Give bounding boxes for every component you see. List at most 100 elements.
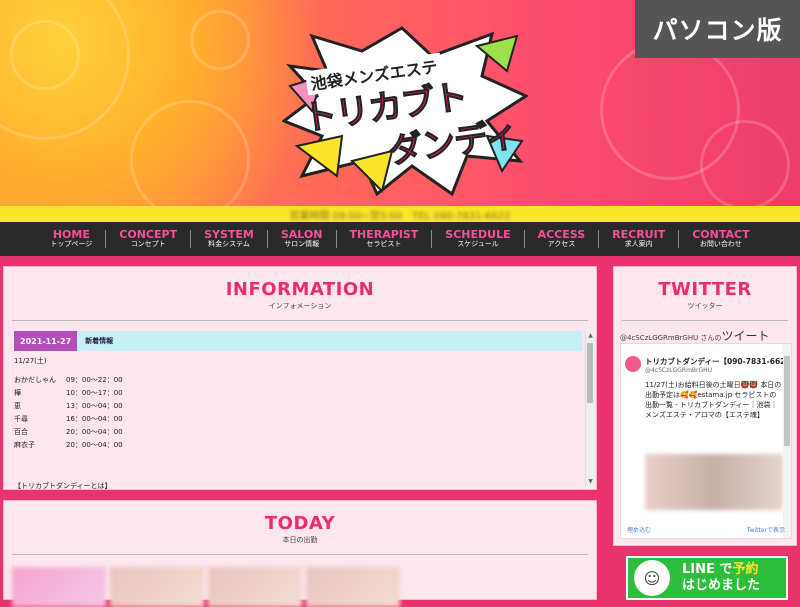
news-body: 11/27(土) おかだしゃん 09：00～22：00 樺 10：00～17：00 … (14, 355, 584, 493)
twitter-feed-label: ツイート (721, 329, 770, 343)
news-date: 2021-11-27 (14, 331, 78, 351)
nav-salon[interactable]: SALON サロン情報 (268, 228, 337, 248)
decor-ring (700, 120, 790, 206)
divider (622, 320, 788, 321)
twitter-feed-header: @4cSCzLGGRmBrGHU さんのツイート (620, 327, 769, 344)
shift-row: 千尋 16：00～04：00 (14, 413, 584, 426)
line-word: LINE (682, 562, 715, 577)
information-subtitle: インフォメーション (268, 302, 332, 310)
nav-label: SCHEDULE (445, 228, 511, 241)
today-title: TODAY (264, 513, 336, 534)
shift-time: 16：00～04：00 (66, 415, 123, 423)
nav-sublabel: お問い合わせ (699, 240, 742, 248)
header: 池袋メンズエステ トリカブト ダンディ パソコン版 (0, 0, 800, 206)
scroll-down-icon[interactable]: ▼ (586, 477, 595, 487)
nav-label: SALON (280, 228, 323, 241)
line-banner-line2: はじめました (682, 578, 761, 593)
nav-sublabel: アクセス (547, 240, 576, 248)
shift-name: おかだしゃん (14, 376, 56, 384)
twitter-avatar[interactable] (625, 356, 641, 372)
decor-ring (130, 100, 250, 206)
nav-sublabel: スケジュール (457, 240, 499, 248)
scroll-thumb[interactable] (784, 356, 790, 446)
line-banner-text: LINE で予約 はじめました (682, 562, 760, 594)
shift-name: 樺 (14, 389, 21, 397)
nav-label: HOME (52, 228, 90, 241)
decor-ring (190, 10, 250, 70)
today-panel: TODAY 本日の出勤 (3, 500, 597, 607)
tweet-author-handle[interactable]: @4cSCzLGGRmBrGHU (645, 367, 712, 374)
info-strip: 営業時間 09:00~翌5:00 TEL 090-7831-6622 (0, 206, 800, 222)
pc-version-badge[interactable]: パソコン版 (635, 0, 800, 58)
therapist-photo[interactable] (208, 567, 302, 607)
nav-label: ACCESS (537, 228, 586, 241)
tweet-author-name[interactable]: トリカブトダンディー【090-7831-6622】 (645, 356, 783, 367)
shift-row: おかだしゃん 09：00～22：00 (14, 374, 584, 387)
shift-row: 百合 20：00～04：00 (14, 426, 584, 439)
information-scrollbar[interactable]: ▲ ▼ (585, 331, 594, 487)
smiley-icon: ☺ (634, 560, 670, 596)
decor-ring (10, 20, 80, 90)
scroll-up-icon[interactable]: ▲ (586, 331, 595, 341)
divider (12, 554, 588, 555)
shift-row: 恵 13：00～04：00 (14, 400, 584, 413)
shift-name: 千尋 (14, 415, 28, 423)
information-title: INFORMATION (225, 279, 375, 300)
therapist-photo[interactable] (110, 567, 204, 607)
twitter-title: TWITTER (658, 279, 752, 300)
nav-sublabel: サロン情報 (284, 240, 320, 248)
nav-sublabel: 求人案内 (624, 240, 653, 248)
scroll-thumb[interactable] (587, 343, 593, 403)
shift-row: 樺 10：00～17：00 (14, 387, 584, 400)
info-strip-text: 営業時間 09:00~翌5:00 TEL 090-7831-6622 (289, 210, 511, 222)
nav-schedule[interactable]: SCHEDULE スケジュール (432, 228, 525, 248)
therapist-photo[interactable] (306, 567, 400, 607)
nav-label: RECRUIT (612, 228, 666, 241)
line-reservation-banner[interactable]: ☺ LINE で予約 はじめました (626, 556, 788, 600)
nav-therapist[interactable]: THERAPIST セラピスト (337, 228, 433, 248)
nav-label: THERAPIST (349, 228, 419, 241)
shift-name: 麻衣子 (14, 441, 35, 449)
twitter-panel: TWITTER ツイッター @4cSCzLGGRmBrGHU さんのツイート ト… (613, 266, 797, 546)
nav-label: SYSTEM (204, 228, 254, 241)
twitter-timeline[interactable]: トリカブトダンディー【090-7831-6622】 @4cSCzLGGRmBrG… (620, 343, 792, 539)
twitter-feed-handle[interactable]: @4cSCzLGGRmBrGHU さんの (620, 334, 721, 342)
embed-link[interactable]: 埋め込む (627, 525, 651, 534)
tweet-text: 11/27(土)お給料日後の土曜日👹👹 本日の出勤予定は🥰🥰estama.jp … (645, 381, 782, 419)
nav-concept[interactable]: CONCEPT コンセプト (106, 229, 192, 248)
twitter-scrollbar[interactable] (783, 344, 791, 538)
shift-time: 09：00～22：00 (66, 376, 123, 384)
shift-row: 麻衣子 20：00～04：00 (14, 439, 584, 452)
main-nav: HOME トップページ CONCEPT コンセプト SYSTEM 料金システム SAL… (0, 222, 800, 256)
nav-label: CONTACT (692, 228, 750, 241)
nav-contact[interactable]: CONTACT お問い合わせ (679, 228, 762, 248)
shift-name: 百合 (14, 428, 28, 436)
shift-time: 13：00～04：00 (66, 402, 123, 410)
news-footer-line: 【トリカブトダンディーとは】 (14, 482, 112, 490)
view-on-twitter-link[interactable]: Twitterで表示 (747, 525, 785, 534)
shift-name: 恵 (14, 402, 21, 410)
nav-access[interactable]: ACCESS アクセス (525, 228, 600, 248)
nav-home[interactable]: HOME トップページ (37, 228, 107, 248)
today-subtitle: 本日の出勤 (282, 536, 318, 544)
nav-recruit[interactable]: RECRUIT 求人案内 (599, 228, 680, 248)
twitter-footer: 埋め込む Twitterで表示 (627, 525, 785, 534)
line-highlight: 予約 (732, 562, 759, 577)
nav-sublabel: 料金システム (208, 240, 250, 248)
news-header[interactable]: 2021-11-27 新着情報 (14, 331, 582, 351)
nav-sublabel: コンセプト (130, 240, 166, 248)
nav-system[interactable]: SYSTEM 料金システム (191, 228, 268, 248)
nav-sublabel: セラピスト (366, 240, 402, 248)
news-date-line: 11/27(土) (14, 357, 47, 365)
divider (12, 320, 588, 321)
shift-time: 20：00～04：00 (66, 441, 123, 449)
nav-sublabel: トップページ (50, 240, 93, 248)
therapist-thumbnails (12, 567, 400, 607)
news-category: 新着情報 (85, 337, 114, 345)
information-panel: INFORMATION インフォメーション 2021-11-27 新着情報 11… (3, 266, 597, 490)
tweet-image[interactable] (645, 454, 783, 510)
logo-burst[interactable]: 池袋メンズエステ トリカブト ダンディ (280, 26, 530, 197)
therapist-photo[interactable] (12, 567, 106, 607)
shift-time: 10：00～17：00 (66, 389, 123, 397)
shift-time: 20：00～04：00 (66, 428, 123, 436)
